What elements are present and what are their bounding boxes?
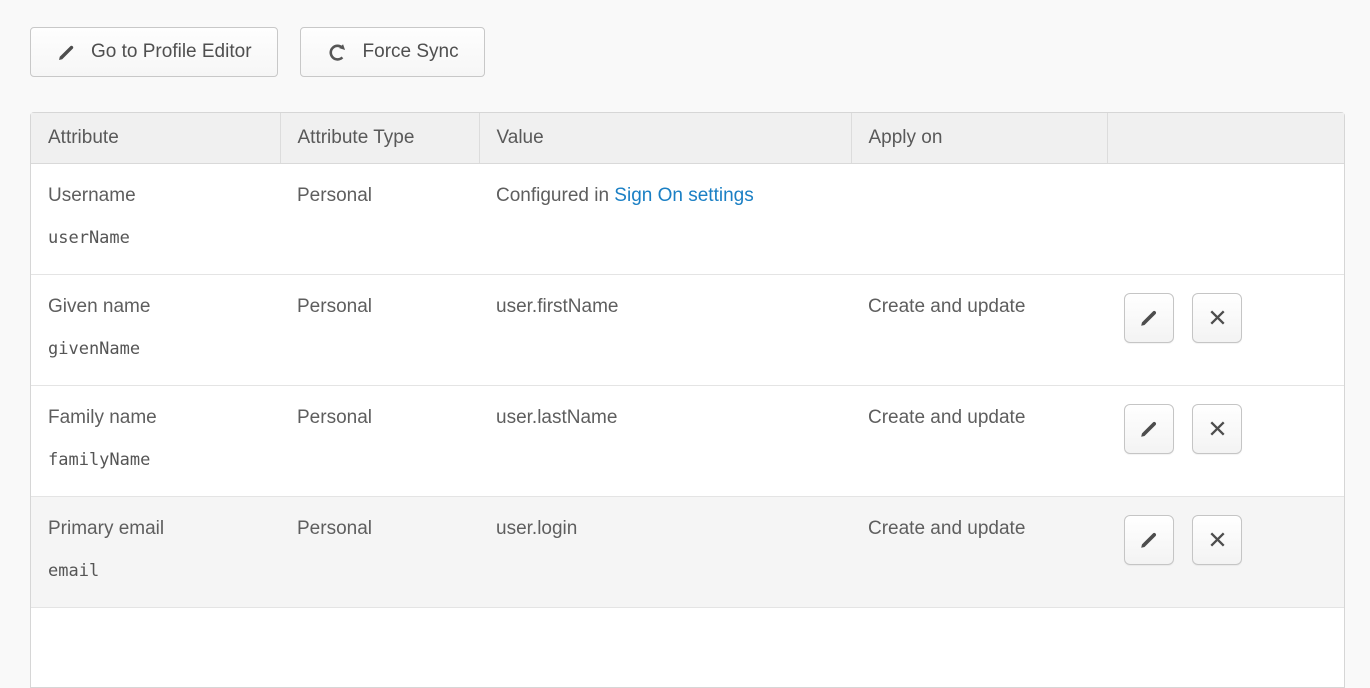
attribute-type-cell: Personal <box>280 496 479 607</box>
apply-on-cell: Create and update <box>851 496 1107 607</box>
column-header-value: Value <box>479 113 851 163</box>
pencil-icon <box>56 42 77 63</box>
attribute-cell: Primary email email <box>31 496 280 607</box>
close-icon <box>1206 528 1229 551</box>
go-to-profile-editor-label: Go to Profile Editor <box>91 41 252 63</box>
attribute-variable-name: userName <box>48 228 263 248</box>
table-row: Username userName Personal Configured in… <box>31 163 1344 274</box>
attribute-label: Given name <box>48 296 263 318</box>
attribute-label: Username <box>48 185 263 207</box>
close-icon <box>1206 417 1229 440</box>
attribute-label: Primary email <box>48 518 263 540</box>
attribute-variable-name: email <box>48 561 263 581</box>
remove-attribute-button[interactable] <box>1192 404 1242 454</box>
column-header-attribute-type: Attribute Type <box>280 113 479 163</box>
actions-cell <box>1107 163 1344 274</box>
remove-attribute-button[interactable] <box>1192 515 1242 565</box>
go-to-profile-editor-button[interactable]: Go to Profile Editor <box>30 27 278 77</box>
value-text: Configured in <box>496 185 614 206</box>
empty-row-area <box>31 607 1344 687</box>
actions-cell <box>1107 274 1344 385</box>
apply-on-cell <box>851 163 1107 274</box>
edit-attribute-button[interactable] <box>1124 404 1174 454</box>
attribute-label: Family name <box>48 407 263 429</box>
toolbar: Go to Profile Editor Force Sync <box>30 27 1370 77</box>
column-header-apply-on: Apply on <box>851 113 1107 163</box>
actions-cell <box>1107 385 1344 496</box>
attribute-type-cell: Personal <box>280 385 479 496</box>
column-header-attribute: Attribute <box>31 113 280 163</box>
table-row: Family name familyName Personal user.las… <box>31 385 1344 496</box>
edit-attribute-button[interactable] <box>1124 515 1174 565</box>
close-icon <box>1206 306 1229 329</box>
table-row: Given name givenName Personal user.first… <box>31 274 1344 385</box>
table-row: Primary email email Personal user.login … <box>31 496 1344 607</box>
sign-on-settings-link[interactable]: Sign On settings <box>614 185 753 206</box>
table-row-partial <box>31 607 1344 687</box>
actions-cell <box>1107 496 1344 607</box>
edit-attribute-button[interactable] <box>1124 293 1174 343</box>
attribute-variable-name: familyName <box>48 450 263 470</box>
force-sync-label: Force Sync <box>363 41 459 63</box>
attribute-variable-name: givenName <box>48 339 263 359</box>
attribute-mappings-table: Attribute Attribute Type Value Apply on … <box>30 112 1345 688</box>
attribute-cell: Username userName <box>31 163 280 274</box>
value-cell: Configured in Sign On settings <box>479 163 851 274</box>
attribute-type-cell: Personal <box>280 163 479 274</box>
apply-on-cell: Create and update <box>851 274 1107 385</box>
pencil-icon <box>1138 418 1160 440</box>
apply-on-cell: Create and update <box>851 385 1107 496</box>
column-header-actions <box>1107 113 1344 163</box>
remove-attribute-button[interactable] <box>1192 293 1242 343</box>
value-cell: user.login <box>479 496 851 607</box>
attribute-type-cell: Personal <box>280 274 479 385</box>
force-sync-button[interactable]: Force Sync <box>300 27 485 77</box>
value-cell: user.firstName <box>479 274 851 385</box>
attribute-cell: Family name familyName <box>31 385 280 496</box>
pencil-icon <box>1138 529 1160 551</box>
value-cell: user.lastName <box>479 385 851 496</box>
pencil-icon <box>1138 307 1160 329</box>
refresh-icon <box>326 41 349 64</box>
attribute-cell: Given name givenName <box>31 274 280 385</box>
table-header-row: Attribute Attribute Type Value Apply on <box>31 113 1344 163</box>
